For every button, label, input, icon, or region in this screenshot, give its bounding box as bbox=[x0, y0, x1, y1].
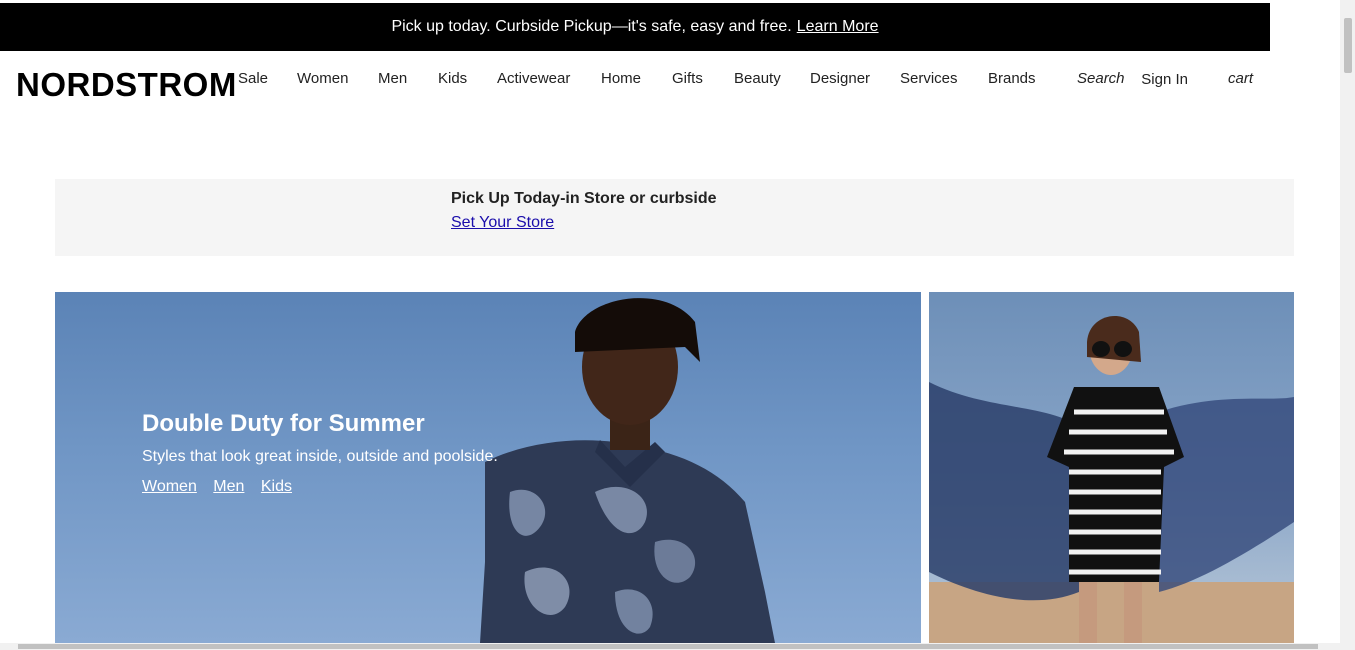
cart-link[interactable]: cart bbox=[1228, 70, 1253, 87]
store-pickup-strip: Pick Up Today-in Store or curbside Set Y… bbox=[55, 179, 1294, 256]
promo-banner: Pick up today. Curbside Pickup—it's safe… bbox=[0, 3, 1270, 51]
hero-title: Double Duty for Summer bbox=[142, 410, 425, 437]
hero-links: Women Men Kids bbox=[142, 478, 498, 496]
nav-women[interactable]: Women bbox=[297, 70, 348, 87]
vertical-scroll-thumb[interactable] bbox=[1344, 18, 1352, 73]
nav-sale[interactable]: Sale bbox=[238, 70, 268, 87]
promo-text: Pick up today. Curbside Pickup—it's safe… bbox=[391, 18, 792, 35]
nav-activewear[interactable]: Activewear bbox=[497, 70, 570, 87]
hero-link-men[interactable]: Men bbox=[213, 478, 244, 495]
nav-brands[interactable]: Brands bbox=[988, 70, 1036, 87]
nav-kids[interactable]: Kids bbox=[438, 70, 467, 87]
hero-main-image[interactable]: Double Duty for Summer Styles that look … bbox=[55, 292, 921, 643]
nav-services[interactable]: Services bbox=[900, 70, 958, 87]
set-store-link[interactable]: Set Your Store bbox=[451, 214, 554, 232]
hero-side-image[interactable] bbox=[929, 292, 1294, 643]
sign-in-link[interactable]: Sign In bbox=[1138, 70, 1188, 89]
nav-beauty[interactable]: Beauty bbox=[734, 70, 781, 87]
logo[interactable]: NORDSTROM bbox=[16, 66, 237, 104]
hero-woman-illustration bbox=[929, 315, 1294, 643]
nav-gifts[interactable]: Gifts bbox=[672, 70, 703, 87]
learn-more-link[interactable]: Learn More bbox=[797, 18, 879, 36]
store-pickup-title: Pick Up Today-in Store or curbside bbox=[451, 190, 717, 207]
hero-subtitle: Styles that look great inside, outside a… bbox=[142, 448, 498, 465]
horizontal-scroll-thumb[interactable] bbox=[18, 644, 1318, 649]
hero-link-kids[interactable]: Kids bbox=[261, 478, 292, 495]
hero-link-women[interactable]: Women bbox=[142, 478, 197, 495]
search-link[interactable]: Search bbox=[1077, 70, 1125, 87]
nav-home[interactable]: Home bbox=[601, 70, 641, 87]
hero-copy: Double Duty for Summer Styles that look … bbox=[142, 410, 498, 496]
nav-men[interactable]: Men bbox=[378, 70, 407, 87]
vertical-scrollbar[interactable] bbox=[1340, 0, 1355, 650]
nav-designer[interactable]: Designer bbox=[810, 70, 870, 87]
horizontal-scrollbar[interactable] bbox=[0, 643, 1340, 650]
